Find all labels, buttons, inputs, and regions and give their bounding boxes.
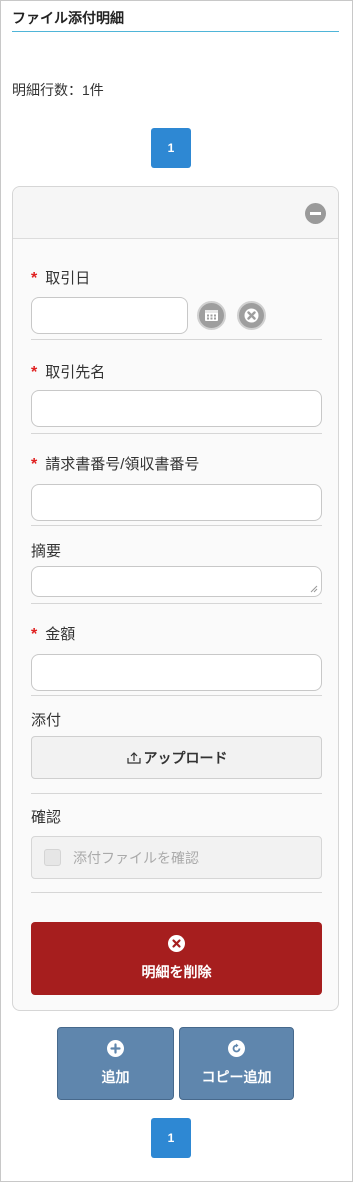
amount-input[interactable] <box>31 654 322 691</box>
row-count-label: 明細行数： <box>12 82 82 98</box>
delete-row-label: 明細を削除 <box>141 964 212 980</box>
page-title: ファイル添付明細 <box>12 8 339 32</box>
refresh-circle-icon <box>228 1040 245 1057</box>
divider <box>31 433 322 434</box>
vendor-name-input[interactable] <box>31 390 322 427</box>
field-label-trade-date: * 取引日 <box>31 270 91 287</box>
confirm-checkbox[interactable] <box>44 849 61 866</box>
field-label-summary: 摘要 <box>31 543 62 560</box>
minus-circle-icon[interactable] <box>305 203 326 224</box>
plus-circle-icon <box>107 1040 124 1057</box>
upload-button[interactable]: アップロード <box>31 736 322 779</box>
copy-add-row-label: コピー追加 <box>201 1069 272 1085</box>
field-label-attachment: 添付 <box>31 712 62 729</box>
pagination-page-button-bottom[interactable]: 1 <box>151 1118 191 1158</box>
confirm-checkbox-label: 添付ファイルを確認 <box>73 849 199 866</box>
divider <box>31 892 322 893</box>
trade-date-input[interactable] <box>31 297 188 334</box>
confirm-attachment-checkbox-row[interactable]: 添付ファイルを確認 <box>31 836 322 879</box>
invoice-number-input[interactable] <box>31 484 322 521</box>
divider <box>31 603 322 604</box>
required-marker: * <box>31 626 38 643</box>
delete-row-button[interactable]: 明細を削除 <box>31 922 322 995</box>
required-marker: * <box>31 456 38 473</box>
copy-add-row-button[interactable]: コピー追加 <box>179 1027 294 1100</box>
divider <box>31 339 322 340</box>
add-row-button[interactable]: 追加 <box>57 1027 174 1100</box>
required-marker: * <box>31 270 38 287</box>
x-circle-icon <box>168 935 185 952</box>
resize-handle-icon[interactable] <box>310 585 318 593</box>
clear-circle-icon[interactable] <box>237 301 266 330</box>
field-label-invoice-number: * 請求書番号/領収書番号 <box>31 456 200 473</box>
field-label-confirm: 確認 <box>31 809 62 826</box>
field-label-vendor-name: * 取引先名 <box>31 364 106 381</box>
row-count-value: 1件 <box>82 82 104 98</box>
add-row-label: 追加 <box>101 1069 130 1085</box>
divider <box>31 793 322 794</box>
calendar-icon[interactable] <box>197 301 226 330</box>
required-marker: * <box>31 364 38 381</box>
field-label-amount: * 金額 <box>31 626 76 643</box>
card-header <box>13 187 338 239</box>
divider <box>31 525 322 526</box>
row-count: 明細行数：1件 <box>12 80 104 100</box>
pagination-page-button-top[interactable]: 1 <box>151 128 191 168</box>
upload-label: アップロード <box>143 749 228 766</box>
detail-card: * 取引日 * 取引先名 * 請求書番号/領収書番号 摘要 * 金額 添付 アッ… <box>12 186 339 1011</box>
upload-icon <box>126 751 141 764</box>
divider <box>31 695 322 696</box>
summary-textarea[interactable] <box>31 566 322 597</box>
